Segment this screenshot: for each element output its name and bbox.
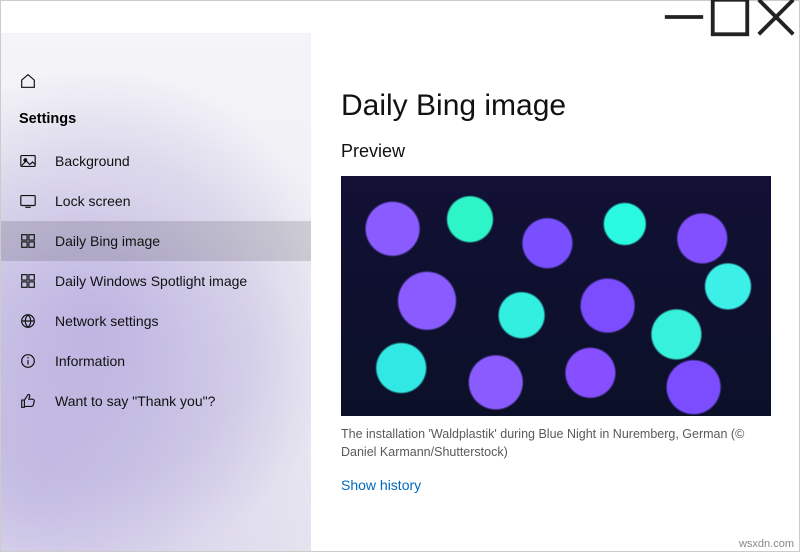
lock-screen-icon [19, 192, 37, 210]
home-icon [19, 72, 37, 90]
spotlight-icon [19, 272, 37, 290]
globe-icon [19, 312, 37, 330]
sidebar: Settings Background Lock screen Daily Bi… [1, 33, 311, 551]
image-caption: The installation 'Waldplastik' during Bl… [341, 426, 769, 461]
sidebar-item-label: Daily Windows Spotlight image [55, 273, 247, 289]
sidebar-item-label: Network settings [55, 313, 158, 329]
sidebar-item-daily-bing[interactable]: Daily Bing image [1, 221, 311, 261]
sidebar-item-lock-screen[interactable]: Lock screen [1, 181, 311, 221]
minimize-button[interactable] [661, 1, 707, 33]
watermark: wsxdn.com [739, 538, 794, 550]
maximize-button[interactable] [707, 1, 753, 33]
info-icon [19, 352, 37, 370]
sidebar-section-title: Settings [1, 101, 311, 141]
page-title: Daily Bing image [341, 89, 769, 123]
sidebar-item-label: Want to say "Thank you"? [55, 393, 215, 409]
app-body: Settings Background Lock screen Daily Bi… [1, 33, 799, 551]
sidebar-item-network[interactable]: Network settings [1, 301, 311, 341]
titlebar [1, 1, 799, 33]
preview-image [341, 176, 771, 416]
content-pane: Daily Bing image Preview The installatio… [311, 33, 799, 551]
sidebar-item-thank-you[interactable]: Want to say "Thank you"? [1, 381, 311, 421]
app-window: Settings Background Lock screen Daily Bi… [0, 0, 800, 552]
sidebar-item-label: Daily Bing image [55, 233, 160, 249]
thumbs-up-icon [19, 392, 37, 410]
home-button[interactable] [1, 65, 311, 101]
preview-heading: Preview [341, 141, 769, 162]
show-history-link[interactable]: Show history [341, 477, 421, 493]
sidebar-item-label: Information [55, 353, 125, 369]
sidebar-item-background[interactable]: Background [1, 141, 311, 181]
close-button[interactable] [753, 1, 799, 33]
sidebar-item-spotlight[interactable]: Daily Windows Spotlight image [1, 261, 311, 301]
sidebar-item-label: Background [55, 153, 130, 169]
sidebar-item-information[interactable]: Information [1, 341, 311, 381]
sidebar-item-label: Lock screen [55, 193, 130, 209]
bing-icon [19, 232, 37, 250]
picture-icon [19, 152, 37, 170]
